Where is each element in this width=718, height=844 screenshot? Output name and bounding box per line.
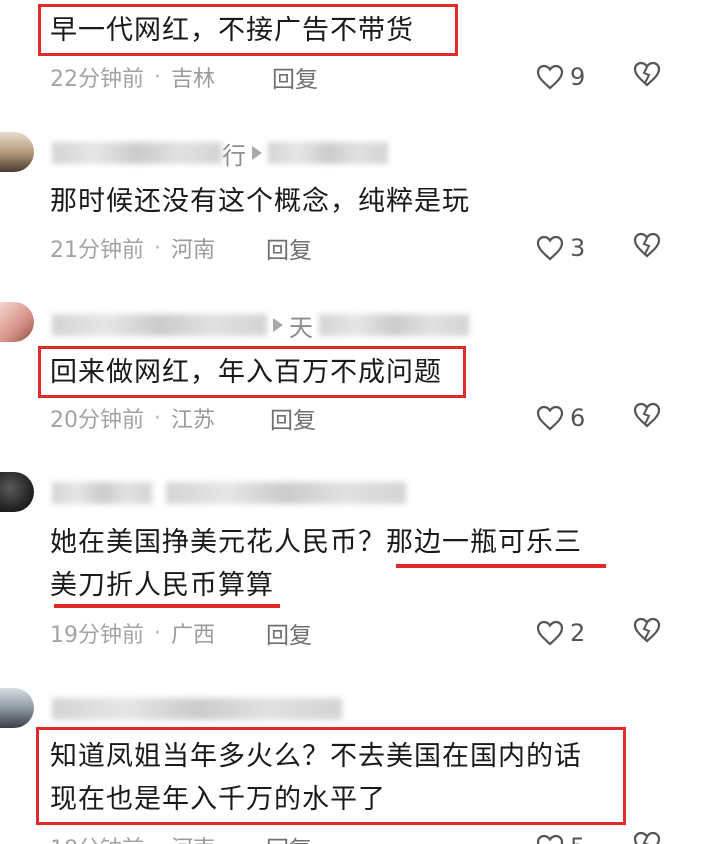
blurred-reply-target: [268, 142, 388, 164]
comment-location: 吉林: [171, 67, 216, 92]
highlight-box-comment-2: [38, 346, 466, 398]
like-button[interactable]: 9: [536, 63, 585, 91]
dislike-button[interactable]: [633, 831, 661, 844]
username[interactable]: [52, 480, 406, 506]
highlight-box-comment-4: [36, 727, 626, 825]
broken-heart-icon: [633, 61, 661, 87]
comment-time: 20分钟前: [50, 408, 144, 433]
reply-to-arrow-icon: [273, 318, 283, 332]
username[interactable]: 行: [52, 140, 388, 170]
username-visible-part: 天: [289, 313, 313, 342]
username[interactable]: [52, 696, 342, 722]
like-count: 6: [570, 404, 586, 432]
comment-meta: 21分钟前 · 河南 回复 3: [50, 231, 718, 265]
reply-button[interactable]: 回复: [266, 231, 312, 265]
dislike-button[interactable]: [633, 232, 661, 264]
highlight-box-comment-0: [38, 4, 458, 56]
comment-meta: 20分钟前 · 江苏 回复 6: [50, 401, 718, 435]
broken-heart-icon: [633, 617, 661, 643]
separator-dot: ·: [154, 235, 161, 261]
comment-time: 22分钟前: [50, 67, 144, 92]
blurred-reply-target: [319, 314, 469, 336]
avatar[interactable]: [0, 132, 34, 172]
like-count: 2: [570, 619, 586, 647]
comment-location: 河南: [171, 831, 215, 844]
comment-text: 那时候还没有这个概念，纯粹是玩: [50, 186, 470, 217]
comment-location: 河南: [171, 238, 216, 263]
reply-button[interactable]: 回复: [266, 830, 312, 844]
comment-location: 江苏: [171, 408, 216, 433]
comment-meta: 18分钟前 · 河南 回复 5: [50, 830, 718, 844]
blurred-username: [52, 482, 152, 504]
blurred-username: [52, 314, 267, 336]
heart-icon: [536, 235, 564, 261]
avatar[interactable]: [0, 302, 34, 342]
dislike-button[interactable]: [633, 402, 661, 434]
comment-text-line-1: 她在美国挣美元花人民币？那边一瓶可乐三: [50, 527, 582, 558]
dislike-button[interactable]: [633, 61, 661, 93]
like-button[interactable]: 5: [536, 833, 585, 844]
reply-button[interactable]: 回复: [272, 60, 318, 94]
comment-list: 早一代网红，不接广告不带货 22分钟前 · 吉林 回复 9 行 那时候还没有这个…: [0, 0, 718, 844]
like-button[interactable]: 3: [536, 234, 585, 262]
like-count: 9: [570, 63, 586, 91]
comment-time: 21分钟前: [50, 238, 144, 263]
like-button[interactable]: 2: [536, 619, 585, 647]
separator-dot: ·: [154, 64, 161, 90]
comment-time: 19分钟前: [50, 623, 144, 648]
avatar[interactable]: [0, 688, 34, 728]
dislike-button[interactable]: [633, 617, 661, 649]
like-count: 5: [570, 833, 585, 844]
comment-time: 18分钟前: [50, 831, 144, 844]
separator-dot: ·: [154, 405, 161, 431]
reply-button[interactable]: 回复: [270, 401, 316, 435]
username[interactable]: 天: [52, 312, 469, 342]
heart-icon: [536, 405, 564, 431]
separator-dot: ·: [154, 835, 161, 844]
broken-heart-icon: [633, 402, 661, 428]
highlight-underline-2: [54, 604, 280, 608]
heart-icon: [536, 64, 564, 90]
comment-location: 广西: [171, 623, 216, 648]
blurred-username-extra: [166, 482, 406, 504]
broken-heart-icon: [633, 232, 661, 258]
blurred-username: [52, 142, 222, 164]
highlight-underline-1: [396, 564, 606, 568]
comment-text-line-2: 美刀折人民币算算: [50, 570, 274, 601]
heart-icon: [536, 620, 564, 646]
comment-meta: 22分钟前 · 吉林 回复 9: [50, 60, 718, 94]
heart-icon: [536, 834, 564, 844]
avatar[interactable]: [0, 472, 34, 512]
blurred-username: [52, 698, 342, 720]
reply-button[interactable]: 回复: [266, 616, 312, 650]
like-button[interactable]: 6: [536, 404, 585, 432]
username-visible-part: 行: [222, 141, 246, 170]
like-count: 3: [570, 234, 586, 262]
separator-dot: ·: [154, 620, 161, 646]
comment-meta: 19分钟前 · 广西 回复 2: [50, 616, 718, 650]
broken-heart-icon: [633, 831, 661, 844]
reply-to-arrow-icon: [252, 146, 262, 160]
